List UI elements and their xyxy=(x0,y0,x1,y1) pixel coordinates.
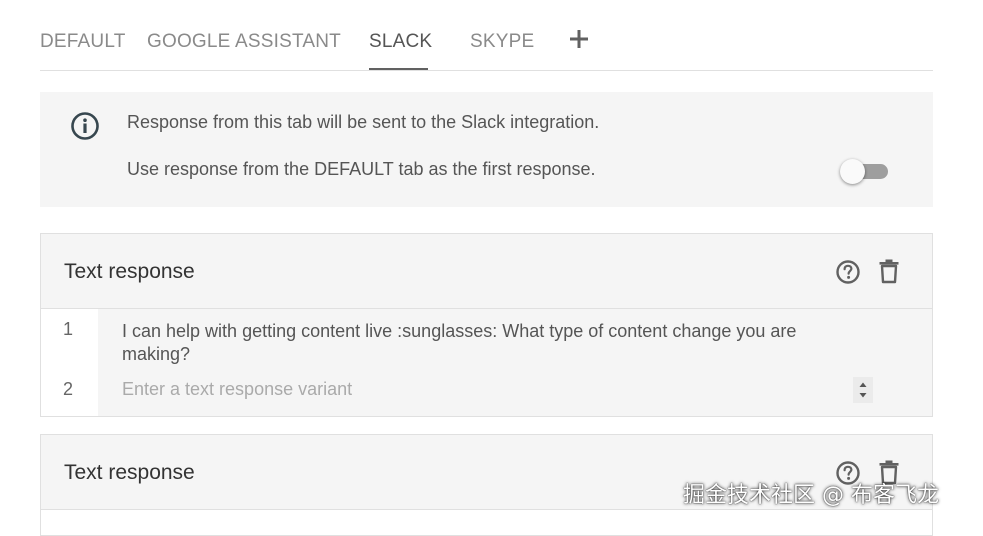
response-variant-input[interactable] xyxy=(122,379,822,400)
toggle-thumb[interactable] xyxy=(840,159,865,184)
watermark: 掘金技术社区 @ 布客飞龙 xyxy=(683,483,939,508)
row-number: 2 xyxy=(63,379,74,399)
help-icon[interactable] xyxy=(835,259,861,285)
text-response-card: Text response 1 I can help with getting … xyxy=(40,233,933,417)
card-title: Text response xyxy=(64,461,195,484)
tab-slack[interactable]: SLACK xyxy=(369,31,432,53)
tab-bar: DEFAULT GOOGLE ASSISTANT SLACK SKYPE xyxy=(40,0,933,71)
tab-google-assistant[interactable]: GOOGLE ASSISTANT xyxy=(147,31,341,53)
stepper-arrows[interactable] xyxy=(853,377,873,403)
default-response-toggle[interactable] xyxy=(840,159,890,185)
info-icon xyxy=(71,112,99,140)
trash-icon[interactable] xyxy=(877,258,901,284)
plus-icon[interactable] xyxy=(568,28,590,50)
toggle-label: Use response from the DEFAULT tab as the… xyxy=(127,159,596,179)
response-variant-text[interactable]: I can help with getting content live :su… xyxy=(122,320,842,366)
tab-skype[interactable]: SKYPE xyxy=(470,31,534,53)
row-number: 1 xyxy=(63,319,74,339)
tab-default[interactable]: DEFAULT xyxy=(40,31,126,53)
response-rows: 1 I can help with getting content live :… xyxy=(41,309,932,416)
info-message: Response from this tab will be sent to t… xyxy=(127,112,600,132)
card-header: Text response xyxy=(41,234,932,309)
active-tab-indicator xyxy=(369,68,428,70)
integration-info-panel: Response from this tab will be sent to t… xyxy=(40,92,933,207)
card-title: Text response xyxy=(64,260,195,283)
